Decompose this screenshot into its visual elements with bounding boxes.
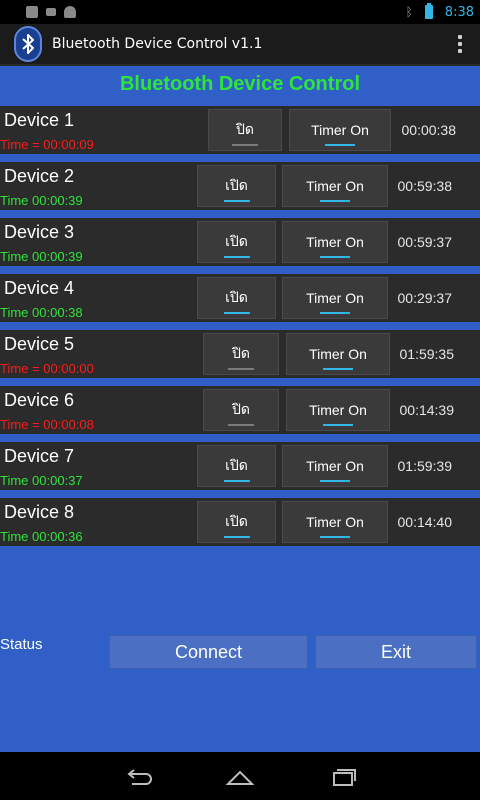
timer-on-button[interactable]: Timer On (282, 277, 388, 319)
device-row: Device 7 Time 00:00:37 เปิด Timer On 01:… (0, 442, 480, 490)
toggle-button[interactable]: ปิด (203, 333, 279, 375)
toggle-button[interactable]: เปิด (197, 501, 276, 543)
device-row: Device 8 Time 00:00:36 เปิด Timer On 00:… (0, 498, 480, 546)
back-icon[interactable] (122, 766, 154, 788)
timer-on-button[interactable]: Timer On (289, 109, 391, 151)
device-name: Device 5 (4, 334, 75, 354)
device-name: Device 3 (4, 222, 75, 242)
timer-label: Timer On (309, 346, 367, 362)
timer-on-button[interactable]: Timer On (282, 501, 388, 543)
timer-on-button[interactable]: Timer On (286, 333, 390, 375)
toggle-label: เปิด (225, 513, 248, 529)
exit-button[interactable]: Exit (315, 635, 477, 669)
status-bar: ᛒ 8:38 (0, 0, 480, 24)
countdown: 00:29:37 (397, 290, 453, 306)
home-icon[interactable] (224, 766, 256, 788)
bluetooth-app-icon (14, 26, 42, 62)
toggle-button[interactable]: เปิด (197, 445, 276, 487)
device-name: Device 7 (4, 446, 75, 466)
toggle-button[interactable]: ปิด (208, 109, 282, 151)
device-row: Device 2 Time 00:00:39 เปิด Timer On 00:… (0, 162, 480, 210)
device-name: Device 4 (4, 278, 75, 298)
timer-on-button[interactable]: Timer On (282, 165, 388, 207)
timer-label: Timer On (306, 514, 364, 530)
timer-label: Timer On (306, 234, 364, 250)
timer-label: Timer On (309, 402, 367, 418)
device-time: Time 00:00:39 (0, 193, 83, 208)
recent-apps-icon[interactable] (326, 766, 358, 788)
toggle-label: ปิด (232, 345, 250, 361)
overflow-menu-icon[interactable] (458, 35, 462, 53)
download-notification-icon (46, 8, 56, 16)
device-name: Device 2 (4, 166, 75, 186)
device-row: Device 4 Time 00:00:38 เปิด Timer On 00:… (0, 274, 480, 322)
countdown: 00:59:37 (397, 234, 453, 250)
toggle-label: เปิด (225, 289, 248, 305)
timer-label: Timer On (306, 290, 364, 306)
clock: 8:38 (444, 4, 474, 20)
page-title: Bluetooth Device Control (119, 73, 360, 95)
device-time: Time 00:00:36 (0, 529, 83, 544)
toggle-button[interactable]: เปิด (197, 277, 276, 319)
device-row: Device 5 Time = 00:00:00 ปิด Timer On 01… (0, 330, 480, 378)
toggle-button[interactable]: เปิด (197, 221, 276, 263)
toggle-button[interactable]: เปิด (197, 165, 276, 207)
device-time: Time = 00:00:09 (0, 137, 94, 152)
timer-label: Timer On (306, 458, 364, 474)
action-bar: Bluetooth Device Control v1.1 (0, 24, 480, 66)
countdown: 00:14:40 (397, 514, 453, 530)
toggle-label: ปิด (232, 401, 250, 417)
navigation-bar (0, 752, 480, 800)
timer-on-button[interactable]: Timer On (282, 445, 388, 487)
usb-notification-icon (26, 6, 38, 18)
timer-on-button[interactable]: Timer On (282, 221, 388, 263)
countdown: 00:00:38 (401, 122, 457, 138)
device-time: Time 00:00:37 (0, 473, 83, 488)
android-debug-icon (64, 6, 76, 18)
app-title: Bluetooth Device Control v1.1 (52, 36, 263, 52)
bluetooth-status-icon: ᛒ (405, 5, 413, 19)
device-row: Device 6 Time = 00:00:08 ปิด Timer On 00… (0, 386, 480, 434)
device-row: Device 1 Time = 00:00:09 ปิด Timer On 00… (0, 106, 480, 154)
device-name: Device 1 (4, 110, 75, 130)
countdown: 01:59:35 (399, 346, 455, 362)
device-time: Time 00:00:38 (0, 305, 83, 320)
toggle-label: เปิด (225, 457, 248, 473)
device-time: Time = 00:00:00 (0, 361, 94, 376)
connect-button[interactable]: Connect (109, 635, 308, 669)
timer-on-button[interactable]: Timer On (286, 389, 390, 431)
bluetooth-icon (22, 34, 34, 54)
countdown: 00:14:39 (399, 402, 455, 418)
toggle-label: เปิด (225, 233, 248, 249)
device-name: Device 6 (4, 390, 75, 410)
device-row: Device 3 Time 00:00:39 เปิด Timer On 00:… (0, 218, 480, 266)
device-time: Time 00:00:39 (0, 249, 83, 264)
countdown: 00:59:38 (397, 178, 453, 194)
device-name: Device 8 (4, 502, 75, 522)
toggle-button[interactable]: ปิด (203, 389, 279, 431)
device-time: Time = 00:00:08 (0, 417, 94, 432)
battery-icon (424, 3, 433, 19)
toggle-label: ปิด (236, 121, 254, 137)
timer-label: Timer On (311, 122, 369, 138)
countdown: 01:59:39 (397, 458, 453, 474)
status-label: Status (0, 636, 43, 653)
toggle-label: เปิด (225, 177, 248, 193)
timer-label: Timer On (306, 178, 364, 194)
